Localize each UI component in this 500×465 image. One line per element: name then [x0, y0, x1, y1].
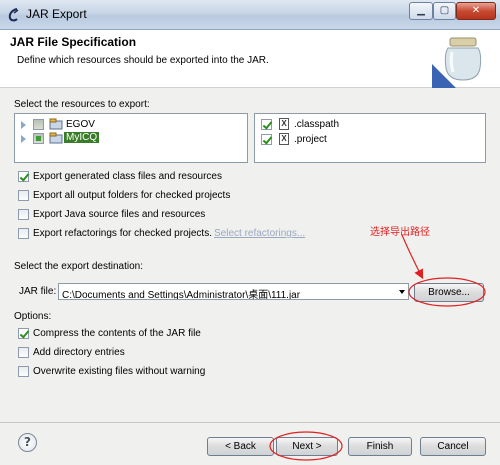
- xml-file-icon: X: [279, 118, 289, 130]
- close-button[interactable]: ✕: [456, 2, 496, 20]
- jar-file-value: C:\Documents and Settings\Administrator\…: [62, 290, 301, 300]
- minimize-button[interactable]: ▁: [409, 2, 433, 20]
- option-label: Overwrite existing files without warning: [33, 366, 206, 377]
- option-label: Export generated class files and resourc…: [33, 171, 222, 182]
- cancel-button[interactable]: Cancel: [420, 437, 486, 456]
- eclipse-icon: [8, 8, 19, 22]
- classpath-checkbox[interactable]: [261, 119, 272, 130]
- xml-file-icon: X: [279, 133, 289, 145]
- page-description: Define which resources should be exporte…: [17, 55, 269, 66]
- annotation-text: 选择导出路径: [370, 227, 430, 238]
- checkbox[interactable]: [18, 171, 29, 182]
- options-label: Options:: [14, 311, 52, 322]
- option-label: Export refactorings for checked projects…: [33, 228, 212, 239]
- file-label: .classpath: [294, 119, 340, 130]
- egov-checkbox[interactable]: [33, 119, 44, 130]
- project-checkbox[interactable]: [261, 134, 272, 145]
- resources-label: Select the resources to export:: [14, 99, 150, 110]
- jar-icon: [432, 37, 482, 88]
- resource-tree[interactable]: EGOV MyICQ: [14, 113, 248, 163]
- checkbox[interactable]: [18, 328, 29, 339]
- title-bar: JAR Export ▁ ▢ ✕: [0, 0, 500, 30]
- expand-icon[interactable]: [21, 121, 26, 129]
- browse-button[interactable]: Browse...: [414, 283, 484, 302]
- select-refactorings-link: Select refactorings...: [214, 228, 306, 239]
- file-list[interactable]: X .classpath X .project: [254, 113, 486, 163]
- option-label: Compress the contents of the JAR file: [33, 328, 201, 339]
- maximize-button[interactable]: ▢: [433, 2, 456, 20]
- option-label: Add directory entries: [33, 347, 125, 358]
- myicq-checkbox[interactable]: [33, 133, 44, 144]
- project-icon: [49, 118, 63, 130]
- option-label: Export all output folders for checked pr…: [33, 190, 231, 201]
- back-button[interactable]: < Back: [207, 437, 274, 456]
- tree-item-label: MyICQ: [64, 132, 100, 143]
- help-icon[interactable]: ?: [18, 433, 37, 452]
- checkbox[interactable]: [18, 347, 29, 358]
- page-title: JAR File Specification: [10, 35, 137, 49]
- project-icon: [49, 132, 63, 144]
- jar-file-combo[interactable]: C:\Documents and Settings\Administrator\…: [58, 283, 409, 300]
- footer-separator: [0, 422, 500, 423]
- destination-label: Select the export destination:: [14, 261, 143, 272]
- expand-icon[interactable]: [21, 135, 26, 143]
- checkbox[interactable]: [18, 228, 29, 239]
- window-title: JAR Export: [26, 7, 87, 21]
- checkbox[interactable]: [18, 190, 29, 201]
- dropdown-arrow-icon[interactable]: [399, 290, 405, 294]
- option-label: Export Java source files and resources: [33, 209, 206, 220]
- checkbox[interactable]: [18, 209, 29, 220]
- file-label: .project: [294, 134, 327, 145]
- wizard-header: JAR File Specification Define which reso…: [0, 30, 500, 88]
- tree-item-label: EGOV: [66, 119, 95, 130]
- next-button[interactable]: Next >: [276, 437, 338, 456]
- finish-button[interactable]: Finish: [348, 437, 412, 456]
- jar-file-label: JAR file:: [19, 286, 57, 297]
- checkbox[interactable]: [18, 366, 29, 377]
